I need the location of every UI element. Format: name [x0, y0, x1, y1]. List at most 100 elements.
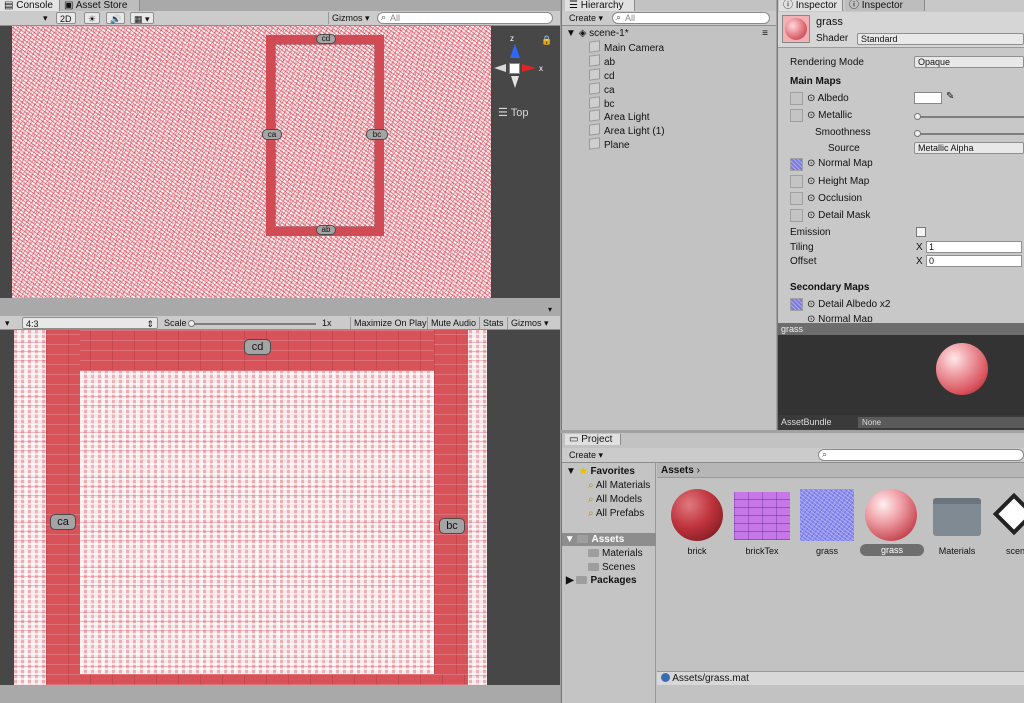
scale-slider-track[interactable] — [190, 323, 316, 325]
hierarchy-search-input[interactable]: All — [612, 12, 770, 24]
fav-all-models[interactable]: ⌕ All Models — [588, 493, 642, 506]
project-search-input[interactable] — [818, 449, 1024, 461]
game-label-ca[interactable]: ca — [50, 514, 76, 530]
gizmo-up-cone-icon[interactable] — [510, 44, 520, 58]
rendering-mode-dropdown[interactable]: Opaque — [914, 56, 1024, 68]
scene-view-label[interactable]: ☰ Top — [498, 106, 528, 119]
tree-folder-materials[interactable]: Materials — [588, 547, 643, 560]
expand-arrow-icon[interactable]: ▼ — [566, 28, 576, 39]
scene-lock-icon[interactable]: 🔒 — [541, 35, 552, 46]
asset-materials-folder-label[interactable]: Materials — [930, 546, 984, 556]
asset-grass-material-label[interactable]: grass — [860, 544, 924, 556]
stats-toggle[interactable]: Stats — [479, 317, 507, 329]
game-gizmos-dropdown[interactable]: Gizmos ▾ — [507, 317, 552, 329]
height-map-texture-slot[interactable] — [790, 175, 803, 188]
albedo-color-swatch[interactable] — [914, 92, 942, 104]
asset-brick-label[interactable]: brick — [671, 546, 723, 556]
favorites-node[interactable]: ▼ ★ Favorites — [566, 465, 635, 478]
hierarchy-create-dropdown[interactable]: Create ▾ — [566, 12, 606, 24]
asset-scene-label[interactable]: scene — [1006, 546, 1024, 556]
asset-bricktex-thumb[interactable] — [734, 492, 790, 540]
emission-checkbox[interactable] — [916, 227, 926, 237]
hierarchy-item-area-light[interactable]: Area Light — [589, 109, 650, 123]
asset-bricktex-label[interactable]: brickTex — [734, 546, 790, 556]
scene-label-ab[interactable]: ab — [316, 225, 336, 235]
tree-folder-scenes[interactable]: Scenes — [588, 561, 635, 574]
scene-menu-icon[interactable]: ≡ — [762, 27, 768, 40]
secondary-maps-heading: Secondary Maps — [790, 282, 870, 293]
folder-icon — [577, 535, 589, 543]
fav-all-prefabs[interactable]: ⌕ All Prefabs — [588, 507, 644, 520]
project-breadcrumb: Assets › — [657, 463, 1024, 478]
scene-gizmos-dropdown[interactable]: Gizmos ▾ — [328, 12, 373, 24]
scene-label-cd[interactable]: cd — [316, 34, 336, 44]
scene-search-input[interactable]: All — [377, 12, 553, 24]
metallic-texture-slot[interactable] — [790, 109, 803, 122]
occlusion-texture-slot[interactable] — [790, 192, 803, 205]
assetbundle-dropdown[interactable]: None — [858, 417, 1024, 428]
hierarchy-item-cd[interactable]: cd — [589, 68, 615, 82]
asset-grass-texture-thumb[interactable] — [800, 489, 854, 541]
asset-grass-material-thumb[interactable] — [865, 489, 917, 541]
hierarchy-scene-row[interactable]: ▼ ◈ scene-1* ≡ — [562, 27, 776, 40]
packages-node[interactable]: ▶ Packages — [566, 574, 637, 587]
hierarchy-item-ab[interactable]: ab — [589, 54, 615, 68]
eyedropper-icon[interactable]: ✎ — [946, 91, 954, 102]
assets-node[interactable]: ▼ Assets — [562, 533, 656, 546]
asset-scene-thumb[interactable] — [993, 492, 1024, 536]
tab-console[interactable]: ▤ Console — [0, 0, 60, 11]
asset-materials-folder-thumb[interactable] — [933, 498, 981, 536]
tab-inspector-2[interactable]: ⓘ Inspector — [845, 0, 925, 11]
detail-mask-texture-slot[interactable] — [790, 209, 803, 222]
smoothness-slider-knob[interactable] — [914, 130, 921, 137]
scene-game-divider[interactable] — [0, 298, 560, 316]
hierarchy-item-main-camera[interactable]: Main Camera — [589, 40, 664, 54]
scene-label-bc[interactable]: bc — [366, 129, 388, 140]
scene-label-ca[interactable]: ca — [262, 129, 282, 140]
hierarchy-item-bc[interactable]: bc — [589, 96, 615, 110]
game-label-bc[interactable]: bc — [439, 518, 465, 534]
normal-map-texture-slot[interactable] — [790, 158, 803, 171]
tab-hierarchy[interactable]: ☰ Hierarchy — [565, 0, 635, 11]
asset-grass-texture-label[interactable]: grass — [800, 546, 854, 556]
game-panel-menu-icon[interactable]: ▾ — [548, 305, 552, 314]
hierarchy-item-ca[interactable]: ca — [589, 82, 615, 96]
toggle-2d-button[interactable]: 2D — [56, 12, 76, 24]
game-bottom-strip — [0, 685, 560, 703]
aspect-dropdown[interactable]: 4:3 ⇕ — [22, 317, 158, 329]
shader-dropdown[interactable]: Standard — [857, 33, 1024, 45]
hierarchy-item-plane[interactable]: Plane — [589, 137, 630, 151]
offset-x-field[interactable]: 0 — [926, 255, 1022, 267]
tab-asset-store[interactable]: ▣ Asset Store — [60, 0, 140, 11]
hierarchy-item-area-light-1[interactable]: Area Light (1) — [589, 123, 665, 137]
game-view-menu-icon[interactable]: ▾ — [2, 317, 13, 329]
source-dropdown[interactable]: Metallic Alpha — [914, 142, 1024, 154]
tab-inspector[interactable]: ⓘ Inspector — [779, 0, 843, 11]
albedo-texture-slot[interactable] — [790, 92, 803, 105]
scene-viewport[interactable]: cd ca bc ab z x 🔒 ☰ Top — [0, 26, 560, 298]
tiling-x-field[interactable]: 1 — [926, 241, 1022, 253]
scale-slider-knob[interactable] — [188, 320, 195, 327]
lighting-toggle-button[interactable]: ☀ — [84, 12, 101, 24]
tab-project[interactable]: ▭ Project — [565, 434, 621, 445]
fav-all-materials[interactable]: ⌕ All Materials — [588, 479, 650, 492]
scene-dropdown-arrow[interactable]: ▾ — [40, 12, 51, 24]
smoothness-slider-track[interactable] — [918, 133, 1024, 135]
detail-albedo-texture-slot[interactable] — [790, 298, 803, 311]
project-create-dropdown[interactable]: Create ▾ — [566, 449, 606, 461]
effects-toggle-button[interactable]: ▦ ▾ — [130, 12, 154, 24]
project-toolbar: Create ▾ — [562, 448, 1024, 463]
asset-brick-thumb[interactable] — [671, 489, 723, 541]
game-viewport[interactable]: cd ca bc — [0, 330, 560, 685]
game-label-cd[interactable]: cd — [244, 339, 271, 355]
mute-audio-toggle[interactable]: Mute Audio — [427, 317, 479, 329]
gizmo-center-cube-icon[interactable] — [509, 63, 520, 74]
gizmo-left-cone-icon[interactable] — [494, 64, 506, 72]
maximize-on-play-toggle[interactable]: Maximize On Play — [350, 317, 430, 329]
gizmo-right-cone-icon[interactable] — [522, 64, 536, 72]
metallic-slider-knob[interactable] — [914, 113, 921, 120]
audio-toggle-button[interactable]: 🔊 — [106, 12, 126, 24]
breadcrumb-assets[interactable]: Assets — [661, 465, 694, 476]
metallic-slider-track[interactable] — [918, 116, 1024, 118]
gizmo-down-cone-icon[interactable] — [511, 76, 519, 88]
